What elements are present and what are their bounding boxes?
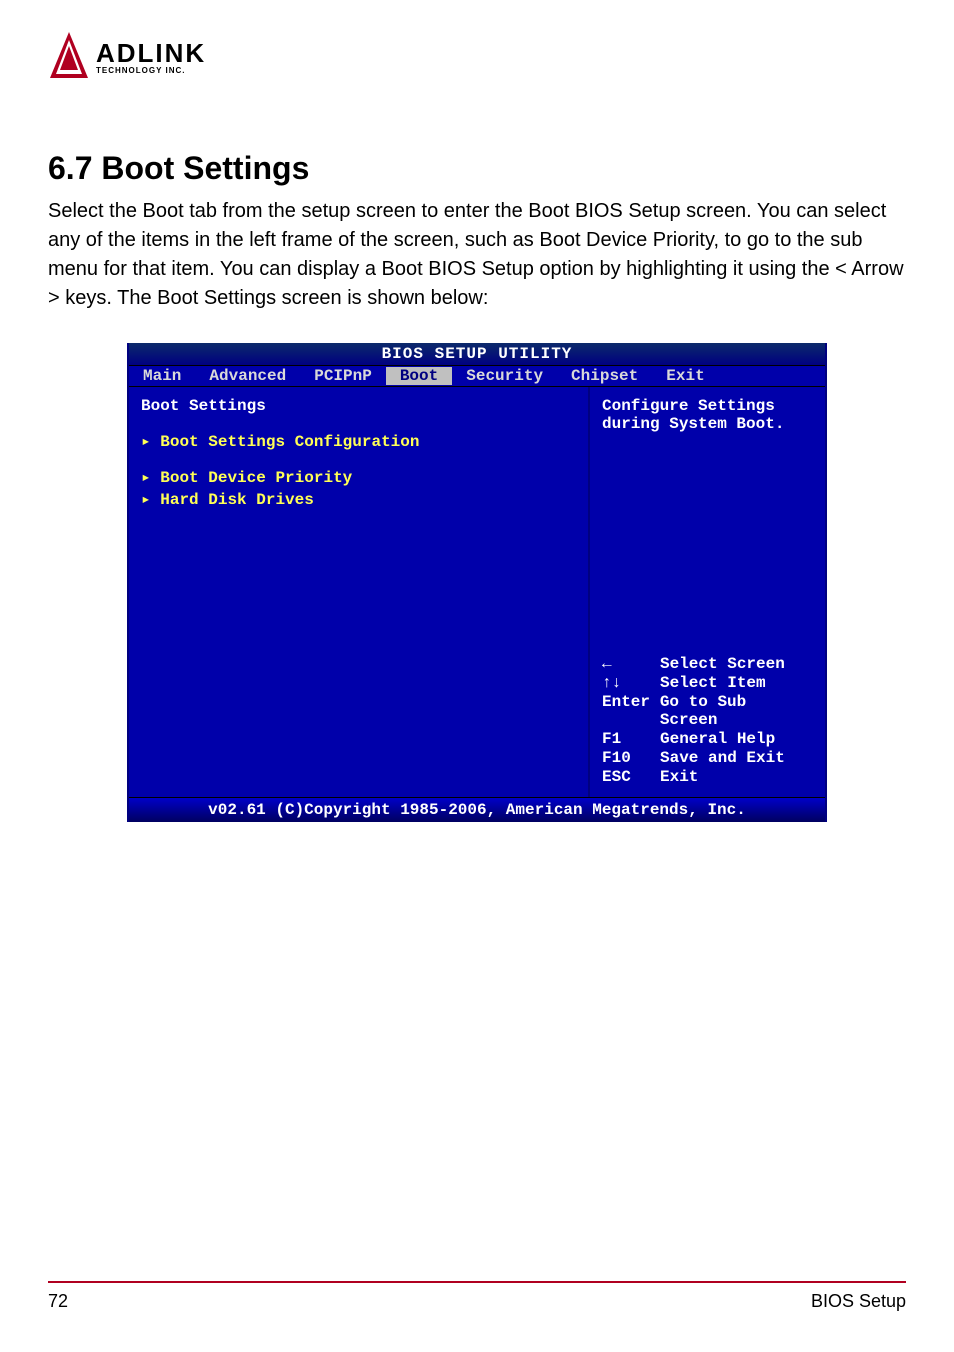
tab-boot[interactable]: Boot [386,367,452,385]
help-text: Configure Settings during System Boot. [602,397,813,433]
tab-chipset[interactable]: Chipset [557,367,652,385]
bios-screenshot: BIOS SETUP UTILITY Main Advanced PCIPnP … [127,343,827,822]
bios-footer: v02.61 (C)Copyright 1985-2006, American … [129,797,825,822]
brand-logo: ADLINK TECHNOLOGY INC. [48,30,206,82]
bios-title: BIOS SETUP UTILITY [129,343,825,366]
tab-pcipnp[interactable]: PCIPnP [300,367,386,385]
section-heading: 6.7 Boot Settings [48,150,906,187]
key-f10: F10 [602,749,660,767]
key-esc: ESC [602,768,660,786]
tab-main[interactable]: Main [129,367,195,385]
footer-section: BIOS Setup [811,1291,906,1312]
page-number: 72 [48,1291,68,1312]
logo-subtitle: TECHNOLOGY INC. [96,66,206,75]
key-help: ←Select Screen ↑↓Select Item EnterGo to … [602,654,813,787]
key-enter: Enter [602,693,660,729]
tab-advanced[interactable]: Advanced [195,367,300,385]
key-left-arrow: ← [602,655,660,673]
bios-tab-bar: Main Advanced PCIPnP Boot Security Chips… [129,366,825,387]
bios-left-panel: Boot Settings Boot Settings Configuratio… [129,387,590,797]
tab-exit[interactable]: Exit [652,367,718,385]
left-panel-title: Boot Settings [141,397,576,415]
bios-help-panel: Configure Settings during System Boot. ←… [590,387,825,797]
submenu-hard-disk-drives[interactable]: Hard Disk Drives [141,489,576,509]
key-f1: F1 [602,730,660,748]
section-paragraph: Select the Boot tab from the setup scree… [48,197,906,313]
submenu-boot-device-priority[interactable]: Boot Device Priority [141,467,576,487]
logo-name: ADLINK [96,38,206,69]
logo-mark [48,30,90,82]
page-footer: 72 BIOS Setup [48,1281,906,1312]
tab-security[interactable]: Security [452,367,557,385]
key-up-down: ↑↓ [602,674,660,692]
submenu-boot-settings-config[interactable]: Boot Settings Configuration [141,431,576,451]
